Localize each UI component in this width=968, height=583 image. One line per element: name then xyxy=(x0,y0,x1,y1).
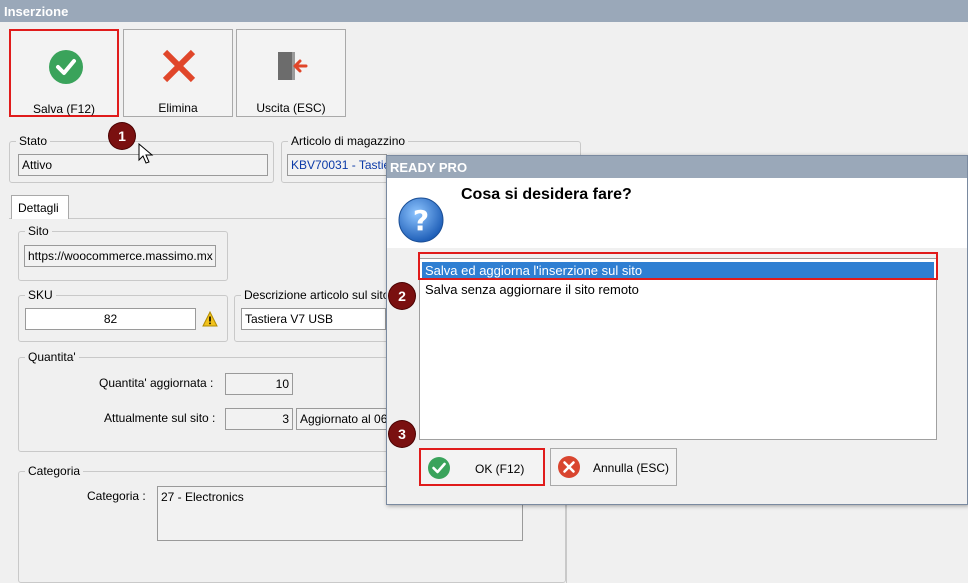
stato-legend: Stato xyxy=(16,134,51,148)
categoria-label: Categoria : xyxy=(87,489,146,503)
dialog-question: Cosa si desidera fare? xyxy=(461,186,632,203)
save-button[interactable]: Salva (F12) xyxy=(9,29,119,117)
quantita-legend: Quantita' xyxy=(25,350,79,364)
mouse-cursor-icon xyxy=(138,143,154,164)
selected-option-highlight xyxy=(418,252,938,280)
descrizione-legend: Descrizione articolo sul sito xyxy=(241,288,393,302)
svg-text:?: ? xyxy=(413,204,429,237)
ready-pro-dialog: READY PRO ? Cosa si desidera fare? Salva… xyxy=(386,155,968,505)
ok-button[interactable]: OK (F12) xyxy=(419,448,545,486)
options-listbox[interactable]: Salva ed aggiorna l'inserzione sul sito … xyxy=(419,258,937,440)
delete-button-label: Elimina xyxy=(158,101,198,115)
quantita-aggiornata-label: Quantita' aggiornata : xyxy=(99,376,214,390)
quantita-aggiornata-field[interactable]: 10 xyxy=(225,373,293,395)
sito-legend: Sito xyxy=(25,224,52,238)
delete-button[interactable]: Elimina xyxy=(123,29,233,117)
exit-button[interactable]: Uscita (ESC) xyxy=(236,29,346,117)
exit-button-label: Uscita (ESC) xyxy=(256,101,326,115)
dialog-header: ? Cosa si desidera fare? xyxy=(387,178,967,248)
quantita-sito-field[interactable]: 3 xyxy=(225,408,293,430)
ok-button-label: OK (F12) xyxy=(475,462,525,476)
option-save-no-update[interactable]: Salva senza aggiornare il sito remoto xyxy=(422,281,642,299)
save-button-label: Salva (F12) xyxy=(32,102,96,116)
exit-door-icon xyxy=(278,52,308,80)
sito-field[interactable]: https://woocommerce.massimo.mx xyxy=(24,245,216,267)
articolo-field[interactable]: KBV70031 - Tastiera V7 USB xyxy=(287,154,387,176)
cancel-button[interactable]: Annulla (ESC) xyxy=(550,448,677,486)
cancel-circle-icon xyxy=(558,456,580,478)
x-icon xyxy=(162,49,196,83)
sku-field[interactable]: 82 xyxy=(25,308,196,330)
descrizione-field[interactable]: Tastiera V7 USB xyxy=(241,308,386,330)
warning-icon xyxy=(202,311,218,327)
sku-legend: SKU xyxy=(25,288,56,302)
dialog-title: READY PRO xyxy=(387,156,967,178)
check-circle-icon xyxy=(428,457,450,479)
tab-dettagli[interactable]: Dettagli xyxy=(11,195,69,219)
marker-1: 1 xyxy=(109,123,135,149)
question-icon: ? xyxy=(398,197,444,243)
quantita-group: Quantita' xyxy=(18,350,393,452)
categoria-legend: Categoria xyxy=(25,464,84,478)
marker-2: 2 xyxy=(389,283,415,309)
quantita-sito-label: Attualmente sul sito : xyxy=(104,411,216,425)
marker-3: 3 xyxy=(389,421,415,447)
articolo-legend: Articolo di magazzino xyxy=(288,134,409,148)
cancel-button-label: Annulla (ESC) xyxy=(593,461,670,475)
aggiornato-field: Aggiornato al 06 xyxy=(296,408,388,430)
check-circle-icon xyxy=(49,50,83,84)
window-title: Inserzione xyxy=(0,0,968,22)
